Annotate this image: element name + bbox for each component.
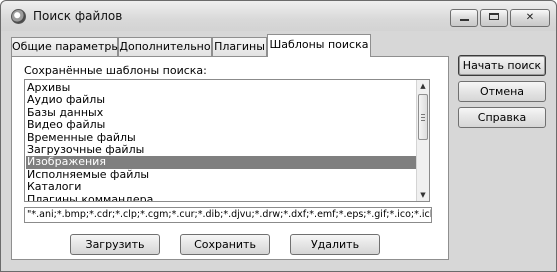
templates-listbox[interactable]: Архивы Аудио файлы Базы данных Видео фай… bbox=[24, 79, 430, 202]
minimize-button[interactable] bbox=[450, 9, 478, 27]
app-icon bbox=[11, 9, 26, 24]
scroll-up-arrow-icon[interactable]: ▲ bbox=[417, 80, 429, 92]
minimize-icon bbox=[459, 19, 469, 21]
templates-list: Архивы Аудио файлы Базы данных Видео фай… bbox=[26, 81, 419, 201]
save-button[interactable]: Сохранить bbox=[180, 234, 270, 255]
scroll-down-arrow-icon[interactable]: ▼ bbox=[417, 189, 429, 201]
maximize-button[interactable] bbox=[480, 9, 508, 27]
close-icon: ✕ bbox=[525, 12, 535, 23]
scrollbar-thumb[interactable] bbox=[418, 94, 428, 140]
tab-advanced[interactable]: Дополнительно bbox=[118, 37, 212, 56]
search-files-window: Поиск файлов ✕ Общие параметры Дополните… bbox=[0, 0, 557, 272]
list-item[interactable]: Аудио файлы bbox=[26, 93, 419, 106]
tab-general[interactable]: Общие параметры bbox=[11, 37, 120, 56]
list-scrollbar[interactable]: ▲ ▼ bbox=[416, 80, 429, 201]
list-item[interactable]: Каталоги bbox=[26, 180, 419, 193]
grip-line bbox=[421, 114, 425, 115]
title-bar[interactable]: Поиск файлов ✕ bbox=[1, 1, 556, 31]
grip-line bbox=[421, 117, 425, 118]
window-title: Поиск файлов bbox=[33, 9, 123, 23]
start-search-button[interactable]: Начать поиск bbox=[458, 55, 546, 76]
tab-plugins[interactable]: Плагины bbox=[212, 37, 267, 56]
saved-templates-label: Сохранённые шаблоны поиска: bbox=[24, 64, 207, 77]
list-item[interactable]: Исполняемые файлы bbox=[26, 168, 419, 181]
help-button[interactable]: Справка bbox=[458, 107, 546, 128]
close-button[interactable]: ✕ bbox=[510, 9, 550, 27]
list-item-selected[interactable]: Изображения bbox=[26, 155, 419, 169]
maximize-icon bbox=[489, 12, 499, 20]
load-button[interactable]: Загрузить bbox=[70, 234, 160, 255]
extensions-field[interactable]: "*.ani;*.bmp;*.cdr;*.clp;*.cgm;*.cur;*.d… bbox=[24, 207, 432, 223]
grip-line bbox=[421, 120, 425, 121]
tab-search-templates[interactable]: Шаблоны поиска bbox=[267, 34, 371, 57]
cancel-button[interactable]: Отмена bbox=[458, 81, 546, 102]
list-item[interactable]: Плагины коммандера bbox=[26, 193, 419, 201]
list-item[interactable]: Видео файлы bbox=[26, 118, 419, 131]
search-templates-panel: Сохранённые шаблоны поиска: Архивы Аудио… bbox=[11, 56, 449, 260]
delete-button[interactable]: Удалить bbox=[290, 234, 380, 255]
